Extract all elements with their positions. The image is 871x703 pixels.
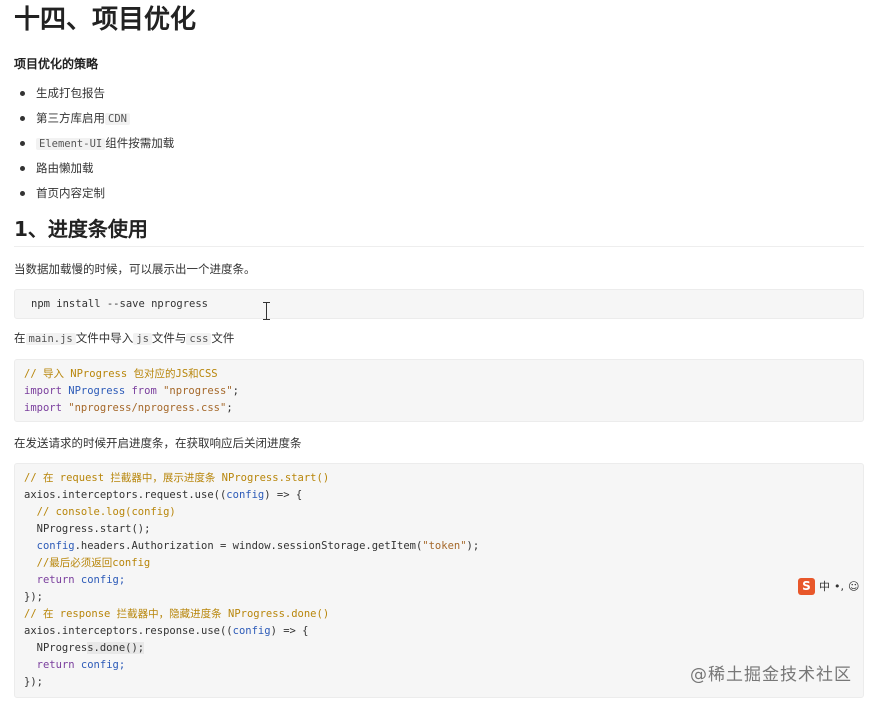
ime-punctuation-toggle[interactable]: •, [834, 580, 844, 593]
section-heading: 1、进度条使用 [14, 214, 864, 247]
text-cursor-icon [263, 302, 270, 320]
list-item: 路由懒加载 [14, 157, 514, 182]
inline-code: Element-UI [36, 138, 106, 150]
paragraph-import: 在 main.js 文件中导入 js 文件与 css 文件 [14, 331, 235, 345]
code-line: config.headers.Authorization = window.se… [36, 540, 480, 552]
code-line: // 导入 NProgress 包对应的JS和CSS [24, 368, 218, 380]
strategy-list: 生成打包报告 第三方库启用 CDN Element-UI 组件按需加载 路由懒加载 … [14, 82, 514, 207]
code-line: NProgress.start(); [24, 523, 151, 535]
strategy-heading: 项目优化的策略 [14, 57, 99, 71]
ime-emoji-icon[interactable]: ☺ [848, 580, 859, 593]
code-line: //最后必须返回config [24, 557, 151, 569]
code-line: return config; [36, 574, 126, 586]
list-item: 第三方库启用 CDN [14, 107, 514, 132]
code-line: NProgress.done(); [24, 642, 145, 654]
list-item: Element-UI 组件按需加载 [14, 132, 514, 157]
code-line: // 在 response 拦截器中，隐藏进度条 NProgress.done(… [24, 608, 330, 620]
paragraph-loading: 当数据加载慢的时候，可以展示出一个进度条。 [14, 262, 256, 276]
code-line: // 在 request 拦截器中，展示进度条 NProgress.start(… [24, 472, 330, 484]
code-line: // console.log(config) [24, 506, 176, 518]
paragraph-progress: 在发送请求的时候开启进度条，在获取响应后关闭进度条 [14, 436, 302, 450]
list-item: 生成打包报告 [14, 82, 514, 107]
ime-language-toggle[interactable]: 中 [819, 578, 830, 594]
watermark: @稀土掘金技术社区 [690, 665, 852, 685]
import-code-block[interactable]: // 导入 NProgress 包对应的JS和CSS import NProgr… [14, 359, 864, 422]
page-title: 十四、项目优化 [14, 5, 197, 35]
install-code-block[interactable]: npm install --save nprogress [14, 289, 864, 319]
inline-code: CDN [105, 113, 130, 125]
ime-toolbar[interactable]: S 中 •, ☺ [798, 576, 859, 596]
code-line: import "nprogress/nprogress.css"; [24, 402, 233, 414]
code-line: axios.interceptors.response.use((config)… [24, 625, 309, 637]
code-line: axios.interceptors.request.use((config) … [24, 489, 303, 501]
sogou-logo-icon[interactable]: S [798, 577, 815, 595]
list-item: 首页内容定制 [14, 182, 514, 207]
code-line: }); [24, 591, 43, 603]
code-line: npm install --save nprogress [31, 298, 209, 310]
code-line: import NProgress from "nprogress"; [24, 385, 239, 397]
